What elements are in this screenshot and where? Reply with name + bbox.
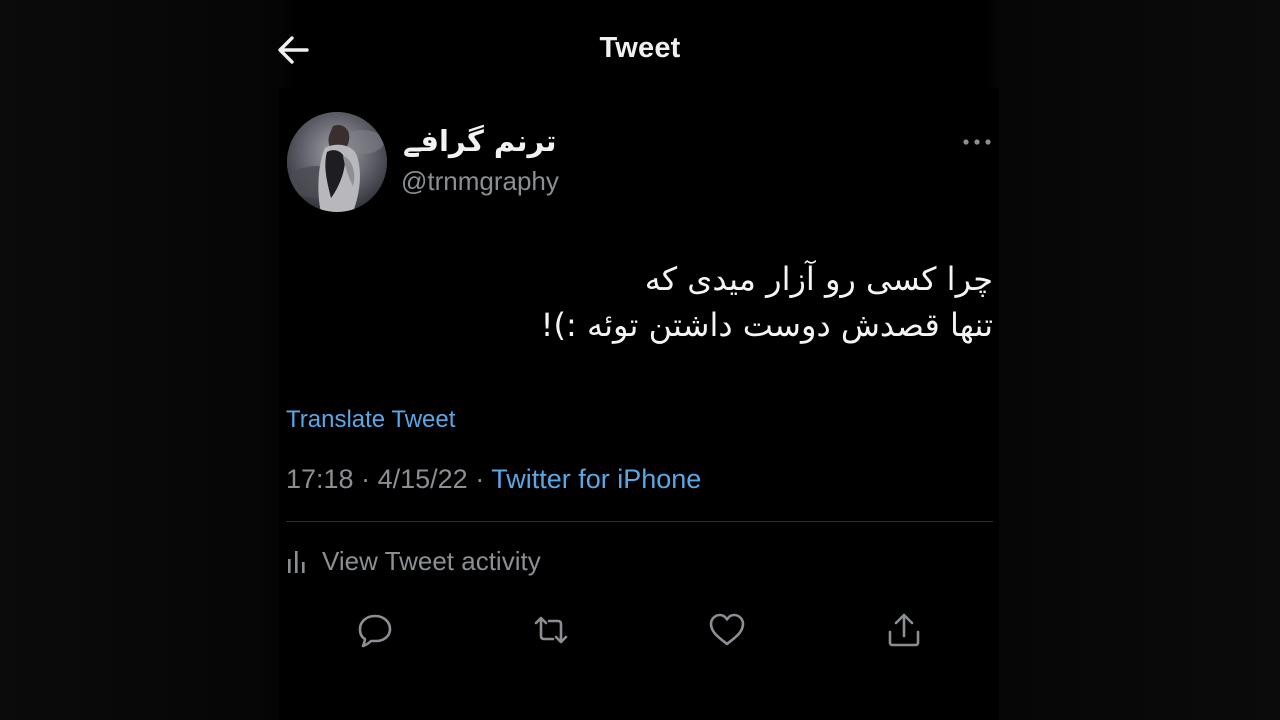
translate-tweet-link[interactable]: Translate Tweet xyxy=(286,406,455,434)
divider xyxy=(286,521,993,522)
share-button[interactable] xyxy=(884,610,924,650)
tweet-time[interactable]: 17:18 xyxy=(286,464,354,494)
tweet-text-line: چرا کسی رو آزار میدی که xyxy=(644,260,993,298)
retweet-icon xyxy=(534,616,568,644)
activity-label: View Tweet activity xyxy=(322,545,541,576)
more-horizontal-icon xyxy=(963,139,991,145)
tweet-card: ترنم گرافے @trnmgraphy چرا کسی رو آزار م… xyxy=(279,88,999,720)
retweet-button[interactable] xyxy=(531,610,571,650)
top-bar: Tweet xyxy=(265,20,1015,78)
tweet-source-link[interactable]: Twitter for iPhone xyxy=(491,464,701,494)
bar-chart-icon xyxy=(288,551,305,573)
tweet-text: چرا کسی رو آزار میدی که تنها قصدش دوست د… xyxy=(299,256,993,348)
avatar[interactable] xyxy=(287,112,387,212)
more-options-button[interactable] xyxy=(961,132,993,152)
tweet-date[interactable]: 4/15/22 xyxy=(378,464,468,494)
action-bar xyxy=(279,608,999,652)
reply-button[interactable] xyxy=(355,610,395,650)
author-display-name[interactable]: ترنم گرافے xyxy=(403,124,556,158)
page-title: Tweet xyxy=(599,32,681,64)
heart-icon xyxy=(709,613,745,646)
tweet-text-line: تنها قصدش دوست داشتن توئه :)! xyxy=(540,306,993,344)
tweet-meta: 17:18 · 4/15/22 · Twitter for iPhone xyxy=(286,464,701,495)
like-button[interactable] xyxy=(707,610,747,650)
meta-separator: · xyxy=(475,464,485,494)
avatar-photo xyxy=(287,112,387,212)
author-handle[interactable]: @trnmgraphy xyxy=(401,166,559,197)
meta-separator: · xyxy=(361,464,371,494)
share-icon xyxy=(888,613,920,647)
view-tweet-activity-button[interactable]: View Tweet activity xyxy=(286,544,541,578)
screen: Tweet ترنم گرافے @trnmgraphy چرا کسی رو … xyxy=(0,0,1280,720)
reply-icon xyxy=(358,614,392,648)
